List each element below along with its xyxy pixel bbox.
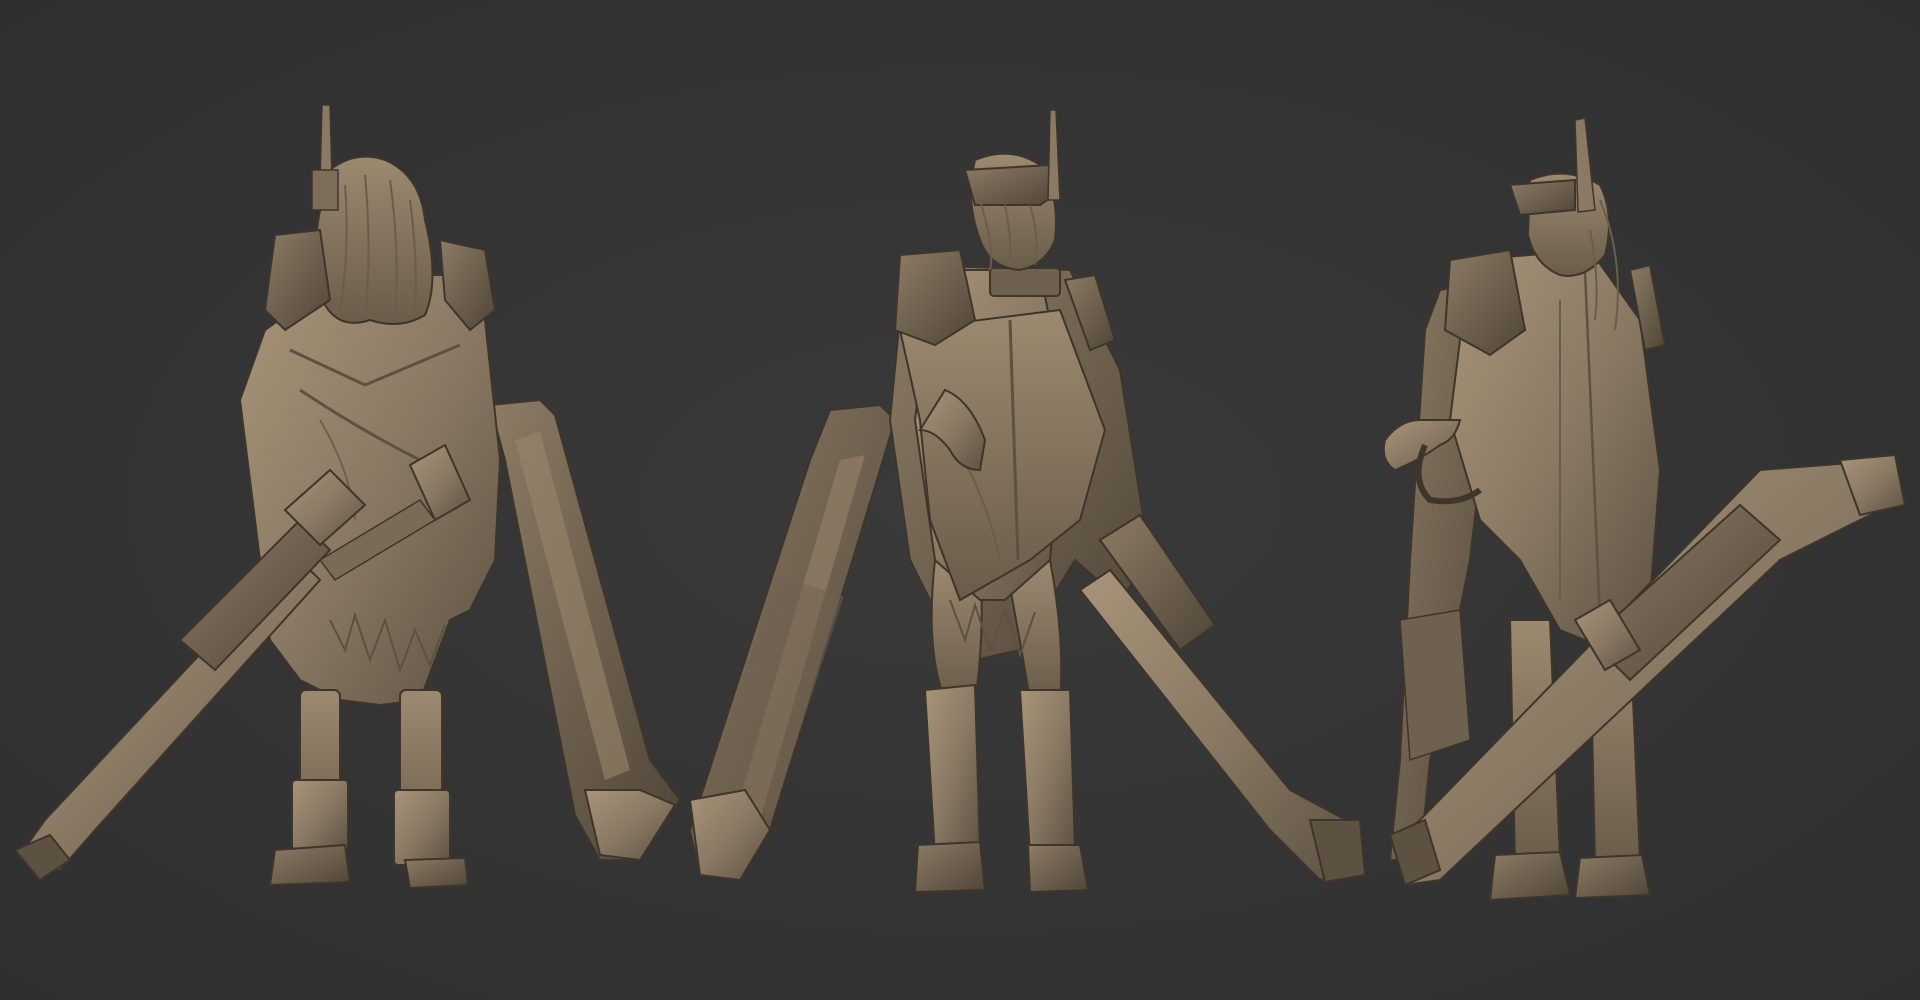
turnaround-render bbox=[13, 104, 1907, 902]
rifle bbox=[1078, 513, 1367, 884]
figure-back-view bbox=[13, 104, 682, 890]
blade-weapon bbox=[688, 403, 897, 882]
blade-weapon bbox=[488, 398, 682, 862]
sculpt-viewport[interactable] bbox=[0, 0, 1920, 1000]
figure-three-quarter-view bbox=[1382, 117, 1907, 902]
figure-front-view bbox=[688, 109, 1367, 894]
